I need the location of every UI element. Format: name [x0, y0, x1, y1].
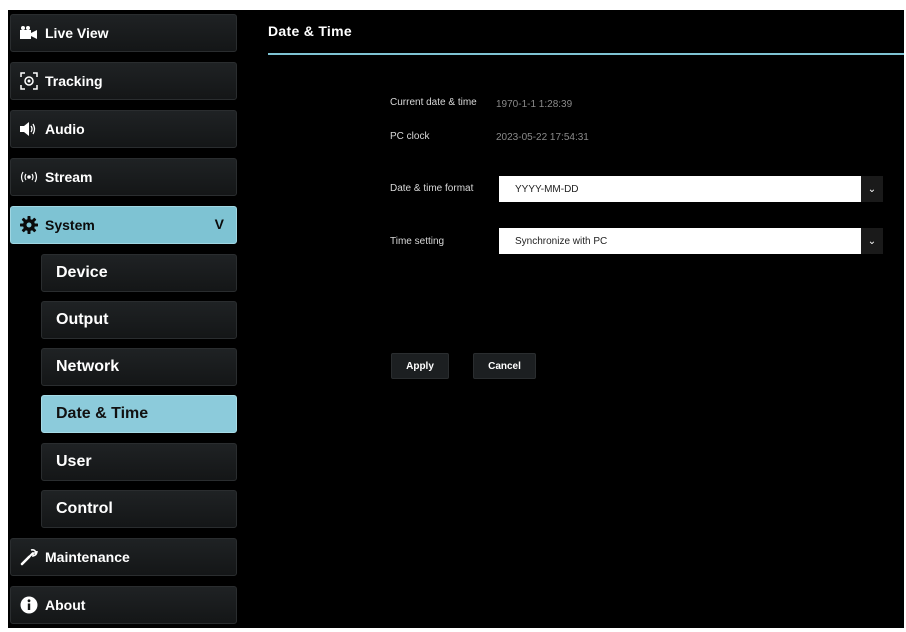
sidebar-subitem-label: Device — [56, 264, 108, 281]
time-setting-select[interactable]: Synchronize with PC — [499, 228, 861, 254]
sidebar-item-audio[interactable]: Audio — [10, 110, 237, 148]
sidebar-item-about[interactable]: About — [10, 586, 237, 624]
chevron-down-icon[interactable]: ⌄ — [861, 176, 883, 202]
sidebar-subitem-control[interactable]: Control — [41, 490, 237, 528]
speaker-icon — [19, 119, 39, 139]
gear-icon — [19, 215, 39, 235]
sidebar-subitem-network[interactable]: Network — [41, 348, 237, 386]
main-panel: Date & Time Current date & time 1970-1-1… — [240, 10, 904, 628]
sidebar-item-maintenance[interactable]: Maintenance — [10, 538, 237, 576]
sidebar-item-live-view[interactable]: Live View — [10, 14, 237, 52]
date-time-format-select[interactable]: YYYY-MM-DD — [499, 176, 861, 202]
sidebar-item-label: Stream — [45, 169, 93, 185]
sidebar-subitem-label: User — [56, 453, 92, 470]
sidebar-subitem-label: Output — [56, 311, 109, 328]
chevron-down-icon: V — [214, 216, 224, 232]
time-setting-value: Synchronize with PC — [515, 235, 608, 247]
wrench-icon — [19, 547, 39, 567]
current-date-time-label: Current date & time — [390, 97, 477, 108]
sidebar-subitem-label: Network — [56, 358, 120, 375]
sidebar-item-tracking[interactable]: Tracking — [10, 62, 237, 100]
pc-clock-label: PC clock — [390, 131, 430, 142]
sidebar-subitem-output[interactable]: Output — [41, 301, 237, 339]
sidebar-item-system[interactable]: System V — [10, 206, 237, 244]
time-setting-label: Time setting — [390, 236, 445, 247]
sidebar-subitem-date-time[interactable]: Date & Time — [41, 395, 237, 433]
sidebar-subitem-user[interactable]: User — [41, 443, 237, 481]
tracking-target-icon — [19, 71, 39, 91]
sidebar-item-label: Audio — [45, 121, 85, 137]
date-time-format-value: YYYY-MM-DD — [515, 183, 579, 195]
sidebar-subitem-device[interactable]: Device — [41, 254, 237, 292]
sidebar-subitem-label: Control — [56, 500, 113, 517]
sidebar-item-stream[interactable]: Stream — [10, 158, 237, 196]
sidebar-item-label: About — [45, 597, 86, 613]
page-title: Date & Time — [268, 23, 352, 39]
pc-clock-value: 2023-05-22 17:54:31 — [496, 132, 589, 143]
apply-button[interactable]: Apply — [391, 353, 449, 379]
current-date-time-value: 1970-1-1 1:28:39 — [496, 99, 573, 110]
sidebar-item-label: Maintenance — [45, 549, 130, 565]
cancel-button[interactable]: Cancel — [473, 353, 536, 379]
sidebar-item-label: Tracking — [45, 73, 103, 89]
sidebar: Live View Tracking Audio Stream System V… — [8, 10, 240, 628]
video-camera-icon — [19, 23, 39, 43]
title-divider — [268, 53, 904, 55]
date-time-format-label: Date & time format — [390, 183, 474, 194]
sidebar-item-label: Live View — [45, 25, 109, 41]
info-icon — [19, 595, 39, 615]
sidebar-item-label: System — [45, 217, 95, 233]
app-frame: Live View Tracking Audio Stream System V… — [8, 10, 904, 628]
chevron-down-icon[interactable]: ⌄ — [861, 228, 883, 254]
broadcast-icon — [19, 167, 39, 187]
sidebar-subitem-label: Date & Time — [56, 405, 149, 422]
